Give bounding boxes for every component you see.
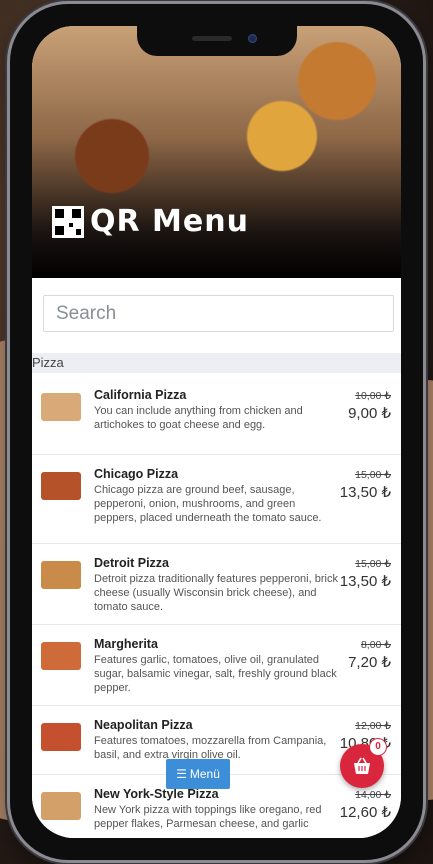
speaker: [192, 36, 232, 41]
hero-banner: [32, 26, 401, 278]
hamburger-icon: ☰: [176, 767, 187, 781]
item-old-price: 12,00 ₺: [355, 720, 391, 732]
item-name: Chicago Pizza: [94, 467, 179, 481]
item-name: Neapolitan Pizza: [94, 718, 193, 732]
item-name: Margherita: [94, 637, 158, 651]
qr-code-icon: [52, 205, 84, 238]
item-price: 12,60 ₺: [339, 804, 391, 821]
menu-item[interactable]: Margherita Features garlic, tomatoes, ol…: [32, 625, 401, 706]
item-description: Features tomatoes, mozzarella from Campa…: [94, 735, 327, 761]
brand-logo: QR Menu: [52, 204, 249, 239]
item-description: You can include anything from chicken an…: [94, 405, 303, 431]
basket-icon: [354, 757, 370, 774]
search-input[interactable]: [43, 295, 394, 332]
item-old-price: 15,00 ₺: [355, 469, 391, 481]
item-price: 7,20 ₺: [348, 654, 391, 671]
menu-button[interactable]: ☰ Menü: [166, 759, 230, 789]
menu-item[interactable]: California Pizza You can include anythin…: [32, 376, 401, 455]
item-description: New York pizza with toppings like oregan…: [94, 804, 322, 830]
item-name: Detroit Pizza: [94, 556, 170, 570]
phone-frame: QR Menu Pizza California Pizza You can i…: [10, 4, 423, 860]
camera: [248, 34, 257, 43]
item-price: 9,00 ₺: [348, 405, 391, 422]
cart-button[interactable]: 0: [340, 738, 387, 788]
item-price: 13,50 ₺: [339, 484, 391, 501]
cart-count-badge: 0: [369, 738, 387, 756]
item-old-price: 8,00 ₺: [360, 639, 391, 651]
menu-button-label: Menü: [189, 767, 220, 781]
item-description: Chicago pizza are ground beef, sausage, …: [94, 484, 322, 524]
brand-name: QR Menu: [90, 204, 249, 239]
item-thumbnail: [41, 393, 81, 421]
item-thumbnail: [41, 642, 81, 670]
item-description: Features garlic, tomatoes, olive oil, gr…: [94, 654, 337, 694]
item-thumbnail: [41, 792, 81, 820]
item-thumbnail: [41, 472, 81, 500]
item-price: 13,50 ₺: [339, 573, 391, 590]
item-thumbnail: [41, 561, 81, 589]
item-old-price: 14,00 ₺: [355, 789, 391, 801]
item-name: California Pizza: [94, 388, 187, 402]
phone-notch: [137, 26, 297, 56]
item-name: New York-Style Pizza: [94, 787, 219, 801]
item-old-price: 15,00 ₺: [355, 558, 391, 570]
item-old-price: 10,00 ₺: [355, 390, 391, 402]
item-description: Detroit pizza traditionally features pep…: [94, 573, 338, 613]
menu-item[interactable]: Detroit Pizza Detroit pizza traditionall…: [32, 544, 401, 625]
item-thumbnail: [41, 723, 81, 751]
menu-item[interactable]: Chicago Pizza Chicago pizza are ground b…: [32, 455, 401, 544]
category-header: Pizza: [32, 353, 401, 373]
phone-screen: QR Menu Pizza California Pizza You can i…: [32, 26, 401, 838]
